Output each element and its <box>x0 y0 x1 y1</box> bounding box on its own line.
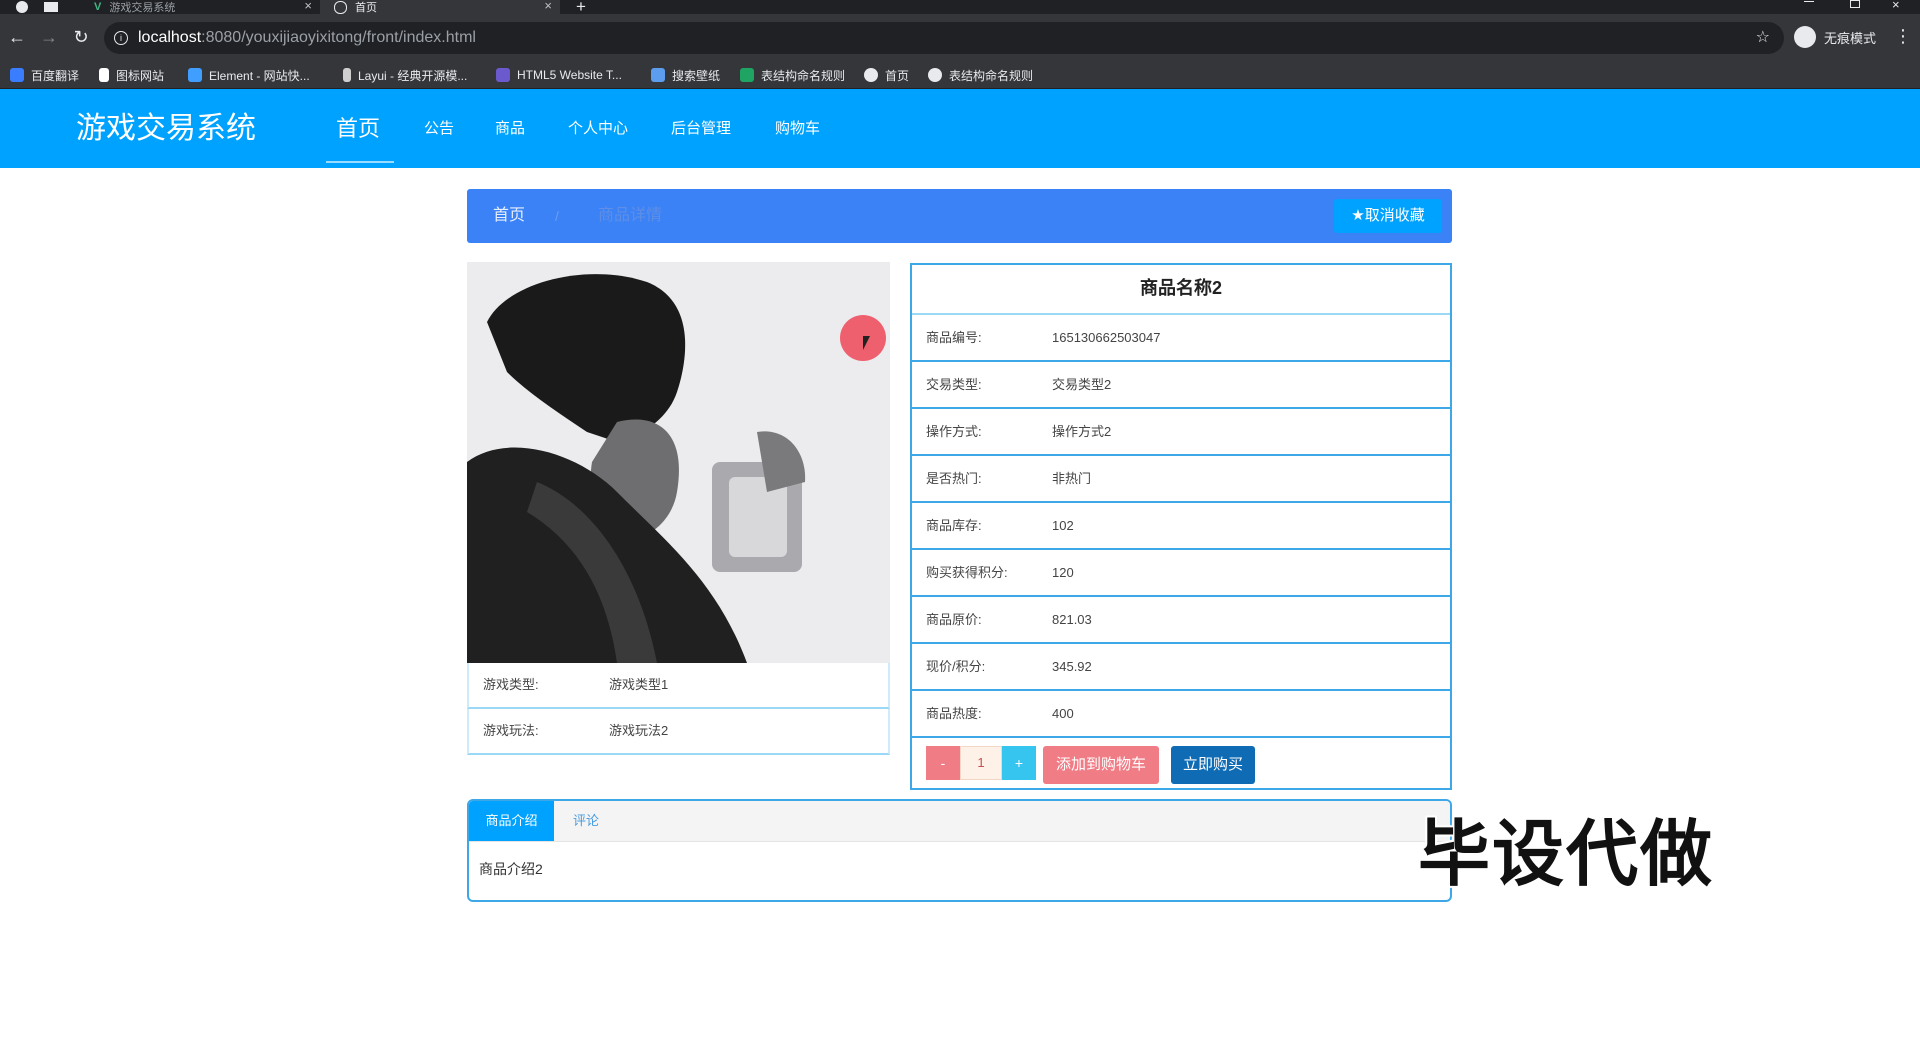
bookmark-star-icon[interactable]: ☆ <box>1756 27 1770 47</box>
reload-icon[interactable]: ↻ <box>70 26 92 48</box>
bookmark-item[interactable]: 首页 <box>864 62 909 88</box>
browser-tab-label: 游戏交易系统 <box>109 2 176 14</box>
bookmark-item[interactable]: Element - 网站快... <box>188 62 310 88</box>
maximize-icon[interactable] <box>1850 0 1860 8</box>
table-row: 购买获得积分: 120 <box>912 550 1450 597</box>
quantity-input[interactable]: 1 <box>960 746 1002 780</box>
globe-icon <box>864 68 878 82</box>
nav-user-center[interactable]: 个人中心 <box>568 89 628 168</box>
purchase-controls: - 1 + 添加到购物车 立即购买 <box>912 738 1450 788</box>
game-info-list: 游戏类型: 游戏类型1 游戏玩法: 游戏玩法2 <box>467 663 890 755</box>
table-row: 商品编号: 165130662503047 <box>912 315 1450 362</box>
bookmark-item[interactable]: 表结构命名规则 <box>740 62 845 88</box>
incognito-indicator[interactable]: 无痕模式 <box>1794 22 1876 52</box>
forward-icon[interactable]: → <box>38 26 60 48</box>
product-tabs: 商品介绍 评论 商品介绍2 <box>467 799 1452 902</box>
bookmark-item[interactable]: 表结构命名规则 <box>928 62 1033 88</box>
nav-admin[interactable]: 后台管理 <box>671 89 731 168</box>
product-detail-table: 商品名称2 商品编号: 165130662503047 交易类型: 交易类型2 操作… <box>910 263 1452 790</box>
browser-tab-strip: V 游戏交易系统 × 首页 × + × <box>0 0 1920 16</box>
wallpaper-icon <box>651 68 665 82</box>
table-row: 商品原价: 821.03 <box>912 597 1450 644</box>
vue-icon: V <box>94 1 102 13</box>
product-name: 商品名称2 <box>912 265 1450 315</box>
breadcrumb-current: 商品详情 <box>598 207 663 224</box>
minimize-icon[interactable] <box>1804 1 1814 2</box>
game-type-value: 游戏类型1 <box>609 677 669 692</box>
flag-icon <box>99 68 109 82</box>
table-row: 是否热门: 非热门 <box>912 456 1450 503</box>
tab-product-intro[interactable]: 商品介绍 <box>469 801 554 841</box>
star-icon: ★ <box>1351 207 1365 224</box>
browser-menu-icon[interactable]: ⋮ <box>1894 26 1912 47</box>
breadcrumb-home[interactable]: 首页 <box>493 189 525 243</box>
info-icon[interactable]: i <box>114 31 128 45</box>
game-type-label: 游戏类型: <box>483 677 539 692</box>
add-to-cart-button[interactable]: 添加到购物车 <box>1043 746 1159 784</box>
product-photo-illustration <box>467 262 890 663</box>
table-row: 交易类型: 交易类型2 <box>912 362 1450 409</box>
mouse-cursor-icon <box>863 336 870 350</box>
tab-comments[interactable]: 评论 <box>573 801 599 841</box>
table-row: 商品库存: 102 <box>912 503 1450 550</box>
translate-icon <box>10 68 24 82</box>
game-play-value: 游戏玩法2 <box>609 723 669 738</box>
close-window-icon[interactable]: × <box>1892 0 1900 12</box>
incognito-icon <box>1794 26 1816 48</box>
table-row: 商品热度: 400 <box>912 691 1450 738</box>
bookmark-item[interactable]: 百度翻译 <box>10 62 79 88</box>
back-icon[interactable]: ← <box>6 26 28 48</box>
table-row: 操作方式: 操作方式2 <box>912 409 1450 456</box>
browser-tab-home[interactable]: 首页 × <box>320 0 560 14</box>
bookmark-item[interactable]: 图标网站 <box>99 62 164 88</box>
list-item: 游戏类型: 游戏类型1 <box>467 663 890 709</box>
buy-now-button[interactable]: 立即购买 <box>1171 746 1255 784</box>
browser-tab-game-system[interactable]: V 游戏交易系统 × <box>80 0 320 14</box>
nav-products[interactable]: 商品 <box>495 89 525 168</box>
breadcrumb: 首页 / 商品详情 ★取消收藏 <box>467 189 1452 243</box>
bookmark-item[interactable]: Layui - 经典开源模... <box>343 62 467 88</box>
unfavorite-button[interactable]: ★取消收藏 <box>1334 199 1442 233</box>
watermark: 毕设代做 <box>1418 815 1715 895</box>
tab-header: 商品介绍 评论 <box>469 801 1450 842</box>
globe-icon <box>334 0 347 14</box>
quantity-increase-button[interactable]: + <box>1002 746 1036 780</box>
bookmark-item[interactable]: HTML5 Website T... <box>496 62 622 88</box>
nav-cart[interactable]: 购物车 <box>775 89 820 168</box>
product-image <box>467 262 890 663</box>
nav-home[interactable]: 首页 <box>336 89 380 168</box>
breadcrumb-separator: / <box>555 208 559 224</box>
nav-announcements[interactable]: 公告 <box>424 89 454 168</box>
bookmark-item[interactable]: 搜索壁纸 <box>651 62 720 88</box>
url-text: localhost:8080/youxijiaoyixitong/front/i… <box>138 29 476 46</box>
game-play-label: 游戏玩法: <box>483 723 539 738</box>
url-field[interactable]: i localhost:8080/youxijiaoyixitong/front… <box>104 22 1784 54</box>
site-header: 游戏交易系统 首页 公告 商品 个人中心 后台管理 购物车 <box>0 89 1920 168</box>
close-tab-icon[interactable]: × <box>544 0 552 13</box>
element-icon <box>188 68 202 82</box>
sheet-icon <box>740 68 754 82</box>
list-item: 游戏玩法: 游戏玩法2 <box>467 709 890 755</box>
address-bar-row: ← → ↻ i localhost:8080/youxijiaoyixitong… <box>0 14 1920 62</box>
browser-logo-icon <box>16 1 28 13</box>
close-tab-icon[interactable]: × <box>304 0 312 13</box>
table-row: 现价/积分: 345.92 <box>912 644 1450 691</box>
nav-active-indicator <box>326 161 394 163</box>
browser-tab-label: 首页 <box>355 2 377 14</box>
site-logo[interactable]: 游戏交易系统 <box>76 89 256 168</box>
tab-search-icon[interactable] <box>44 2 58 12</box>
tab-content: 商品介绍2 <box>479 861 543 877</box>
layui-icon <box>343 68 351 82</box>
globe-icon <box>928 68 942 82</box>
html5-icon <box>496 68 510 82</box>
incognito-label: 无痕模式 <box>1824 30 1877 46</box>
quantity-decrease-button[interactable]: - <box>926 746 960 780</box>
bookmarks-bar: 百度翻译 图标网站 Element - 网站快... Layui - 经典开源模… <box>0 62 1920 89</box>
